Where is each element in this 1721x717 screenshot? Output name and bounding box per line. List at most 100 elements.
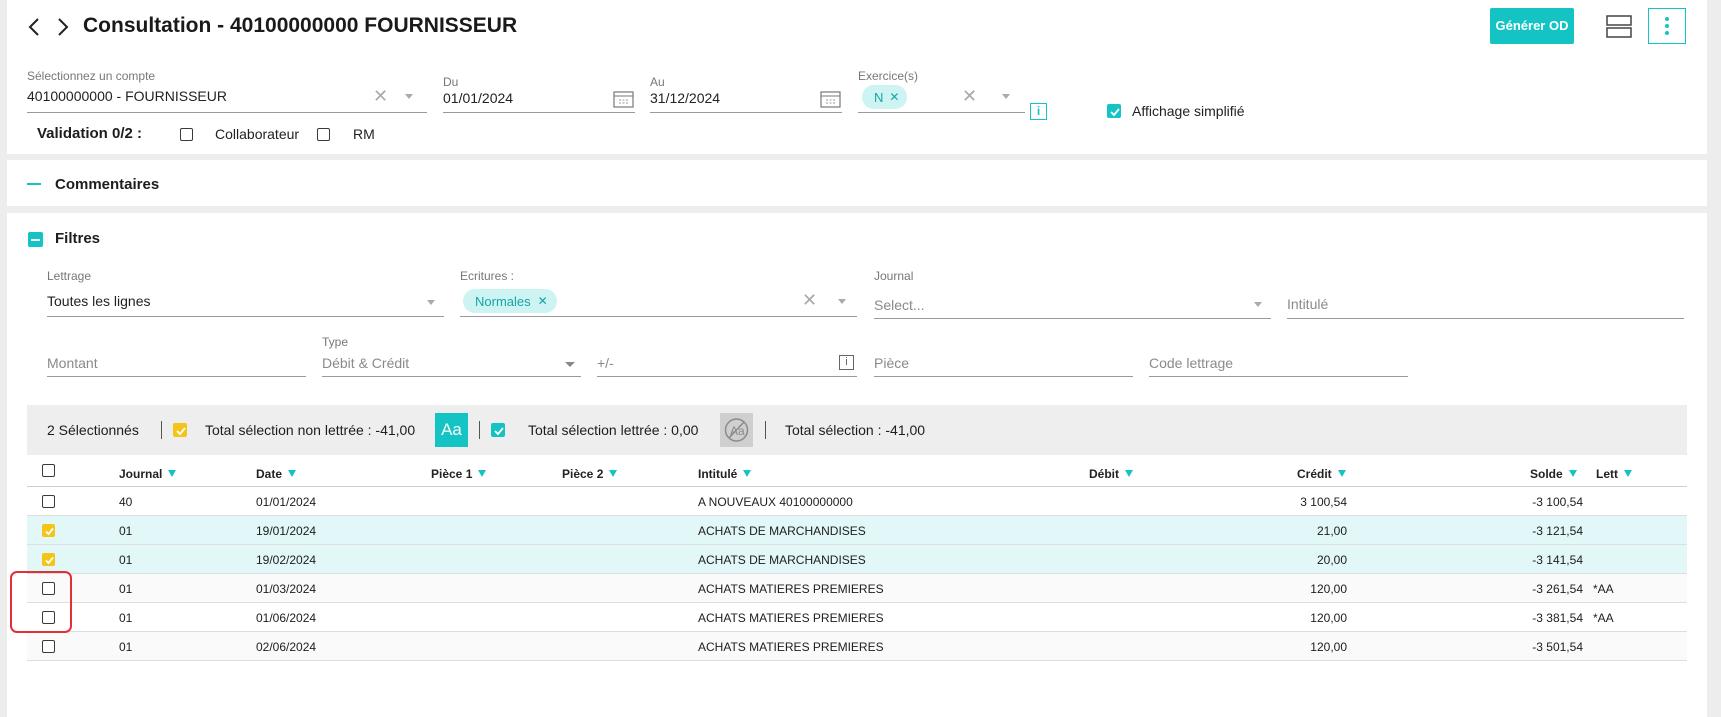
cell-journal: 40 [119, 495, 133, 509]
calendar-icon[interactable] [613, 89, 635, 109]
row-checkbox[interactable] [42, 640, 55, 653]
montant-filter-input[interactable]: Montant [47, 350, 306, 377]
chevron-down-icon[interactable] [405, 94, 413, 99]
more-options-button[interactable] [1648, 8, 1686, 44]
code-lettrage-filter-input[interactable]: Code lettrage [1149, 350, 1408, 377]
collapse-icon[interactable] [27, 183, 41, 185]
info-icon[interactable]: i [839, 355, 854, 370]
col-piece1[interactable]: Pièce 1 [431, 465, 487, 483]
col-date[interactable]: Date [256, 465, 297, 483]
row-checkbox[interactable] [42, 524, 55, 537]
rm-checkbox[interactable] [317, 128, 330, 141]
chevron-down-icon[interactable] [565, 362, 575, 367]
sort-icon[interactable] [1337, 470, 1346, 478]
journal-select[interactable]: Select... [874, 291, 1271, 319]
table-row[interactable]: 01 19/01/2024 ACHATS DE MARCHANDISES 21,00 -… [27, 516, 1687, 545]
chevron-down-icon[interactable] [1254, 302, 1262, 307]
table-row[interactable]: 01 01/06/2024 ACHATS MATIERES PREMIERES 120… [27, 603, 1687, 632]
table-row[interactable]: 01 02/06/2024 ACHATS MATIERES PREMIERES 120… [27, 632, 1687, 661]
cell-lett: *AA [1593, 582, 1614, 596]
chevron-down-icon[interactable] [427, 300, 435, 305]
row-checkbox[interactable] [42, 553, 55, 566]
type-select[interactable]: Débit & Crédit [322, 350, 581, 377]
info-icon[interactable]: i [1030, 103, 1047, 120]
col-debit[interactable]: Débit [1089, 465, 1133, 483]
sort-icon[interactable] [288, 470, 297, 478]
table-row[interactable]: 01 01/03/2024 ACHATS MATIERES PREMIERES 120… [27, 574, 1687, 603]
cell-intitule: ACHATS DE MARCHANDISES [698, 553, 866, 567]
col-intitule[interactable]: Intitulé [698, 465, 752, 483]
lettree-total: Total sélection lettrée : 0,00 [528, 422, 699, 438]
date-to-field[interactable]: 31/12/2024 [650, 88, 842, 113]
collaborator-label: Collaborateur [215, 126, 300, 142]
chip-close-icon[interactable]: ✕ [889, 90, 899, 104]
calendar-icon[interactable] [820, 89, 842, 109]
simplified-checkbox[interactable] [1107, 104, 1121, 118]
piece-filter-input[interactable]: Pièce [874, 350, 1133, 377]
sort-icon[interactable] [168, 470, 177, 478]
ecritures-select[interactable]: Normales ✕ ✕ [460, 287, 857, 317]
check-icon [494, 427, 504, 436]
col-journal[interactable]: Journal [119, 465, 177, 483]
row-checkbox[interactable] [42, 495, 55, 508]
sort-icon[interactable] [1125, 470, 1133, 478]
col-solde[interactable]: Solde [1530, 465, 1577, 483]
account-label: Sélectionnez un compte [27, 69, 156, 83]
account-value: 40100000000 - FOURNISSEUR [27, 88, 227, 104]
sort-icon[interactable] [1568, 470, 1577, 478]
cell-solde: -3 501,54 [1532, 640, 1583, 654]
non-lettree-total: Total sélection non lettrée : -41,00 [205, 422, 416, 438]
generer-od-button[interactable]: Générer OD [1490, 8, 1574, 44]
cell-journal: 01 [119, 524, 133, 538]
clear-icon[interactable]: ✕ [962, 86, 977, 107]
lettrer-button[interactable]: Aa [435, 413, 468, 447]
simplified-label: Affichage simplifié [1132, 103, 1245, 119]
back-arrow-icon[interactable] [25, 16, 45, 38]
col-credit[interactable]: Crédit [1297, 465, 1346, 483]
non-lettree-checkbox[interactable] [173, 423, 187, 437]
cell-credit: 120,00 [1310, 582, 1347, 596]
exercise-chip[interactable]: N ✕ [862, 85, 908, 109]
selection-total: Total sélection : -41,00 [785, 422, 926, 438]
col-piece2[interactable]: Pièce 2 [562, 465, 618, 483]
comments-title[interactable]: Commentaires [55, 176, 159, 193]
sort-icon[interactable] [743, 470, 752, 478]
cell-date: 02/06/2024 [256, 640, 317, 654]
cell-solde: -3 261,54 [1532, 582, 1583, 596]
chevron-down-icon[interactable] [1002, 94, 1010, 99]
lettree-checkbox[interactable] [491, 423, 505, 437]
col-lett[interactable]: Lett [1596, 465, 1632, 483]
kebab-menu-icon [1665, 17, 1669, 35]
split-view-icon[interactable] [1606, 15, 1632, 39]
forward-arrow-icon[interactable] [53, 16, 73, 38]
delettrer-button[interactable]: Aa [720, 413, 753, 447]
select-all-checkbox[interactable] [42, 464, 55, 477]
intitule-filter-input[interactable]: Intitulé [1287, 291, 1684, 319]
selected-count: 2 Sélectionnés [47, 422, 139, 438]
filters-title[interactable]: Filtres [55, 230, 100, 247]
clear-icon[interactable]: ✕ [802, 290, 817, 311]
rm-label: RM [353, 126, 375, 142]
cell-journal: 01 [119, 582, 133, 596]
date-from-field[interactable]: 01/01/2024 [443, 88, 635, 113]
sort-icon[interactable] [478, 470, 487, 478]
check-icon [45, 527, 54, 536]
sort-icon[interactable] [609, 470, 618, 478]
chip-close-icon[interactable]: ✕ [538, 294, 548, 308]
plusminus-filter-input[interactable]: +/- i [597, 350, 857, 377]
sort-icon[interactable] [1624, 470, 1632, 478]
cell-solde: -3 100,54 [1532, 495, 1583, 509]
filters-collapse-icon[interactable] [28, 232, 43, 247]
table-row[interactable]: 01 19/02/2024 ACHATS DE MARCHANDISES 20,00 -… [27, 545, 1687, 574]
lettrage-select[interactable]: Toutes les lignes [47, 289, 444, 317]
clear-icon[interactable]: ✕ [373, 86, 388, 107]
ecritures-chip[interactable]: Normales ✕ [463, 289, 557, 313]
chevron-down-icon[interactable] [838, 299, 846, 304]
table-row[interactable]: 40 01/01/2024 A NOUVEAUX 40100000000 3 100,… [27, 487, 1687, 516]
cell-date: 19/02/2024 [256, 553, 317, 567]
collaborator-checkbox[interactable] [180, 128, 193, 141]
date-to-value: 31/12/2024 [650, 90, 721, 106]
type-label: Type [322, 335, 349, 349]
exercise-select[interactable]: N ✕ ✕ [858, 84, 1025, 113]
account-select[interactable]: 40100000000 - FOURNISSEUR ✕ [27, 86, 427, 113]
